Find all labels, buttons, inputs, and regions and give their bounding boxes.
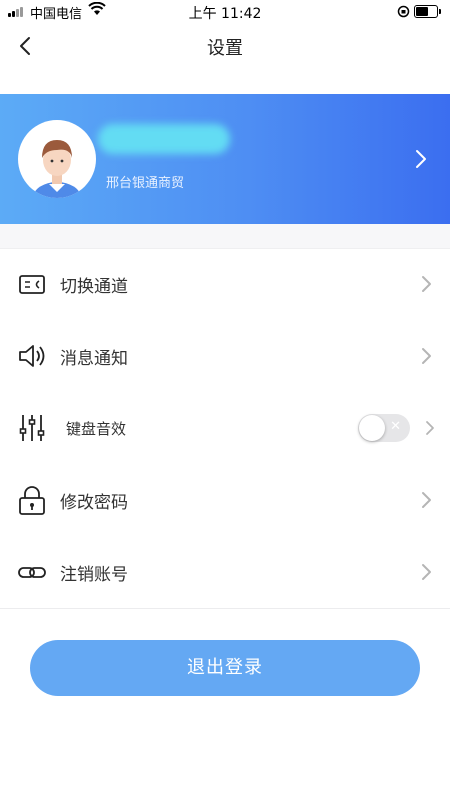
status-time: 上午 11:42	[188, 6, 262, 22]
chevron-right-icon	[420, 274, 432, 298]
page-title: 设置	[207, 38, 243, 59]
avatar[interactable]	[18, 120, 96, 198]
menu-item-cancel-account[interactable]: 注销账号	[0, 540, 450, 604]
menu-item-label: 修改密码	[60, 493, 128, 513]
status-bar: 中国电信 上午 11:42	[0, 0, 450, 22]
list-divider	[0, 608, 450, 609]
profile-banner[interactable]: 邢台银通商贸	[0, 94, 450, 224]
user-name-redacted	[98, 124, 230, 154]
company-name: 邢台银通商贸	[106, 176, 185, 191]
menu-item-label: 切换通道	[60, 277, 128, 297]
menu-item-label: 消息通知	[60, 349, 128, 369]
chevron-right-icon	[420, 346, 432, 370]
lock-icon	[16, 484, 48, 516]
menu-item-change-password[interactable]: 修改密码	[0, 468, 450, 532]
equalizer-icon	[16, 412, 48, 444]
menu-item-keyboard-sound[interactable]: 键盘音效 ✕	[0, 396, 450, 460]
menu-item-label: 注销账号	[60, 565, 128, 585]
keyboard-sound-toggle[interactable]: ✕	[358, 414, 410, 442]
menu-item-label: 键盘音效	[66, 420, 127, 438]
chevron-right-icon	[424, 418, 436, 442]
close-icon: ✕	[390, 419, 401, 434]
nav-bar: 设置	[0, 22, 450, 70]
logout-button[interactable]: 退出登录	[30, 640, 420, 696]
switch-channel-icon	[16, 268, 48, 300]
section-divider	[0, 224, 450, 249]
chevron-right-icon	[414, 148, 428, 174]
chevron-right-icon	[420, 562, 432, 586]
menu-item-switch-channel[interactable]: 切换通道	[0, 252, 450, 316]
chevron-right-icon	[420, 490, 432, 514]
rotation-lock-icon	[397, 5, 410, 22]
battery-icon	[414, 5, 441, 18]
toggle-knob	[359, 415, 385, 441]
menu-item-notifications[interactable]: 消息通知	[0, 324, 450, 388]
speaker-icon	[16, 340, 48, 372]
link-icon	[16, 556, 48, 588]
